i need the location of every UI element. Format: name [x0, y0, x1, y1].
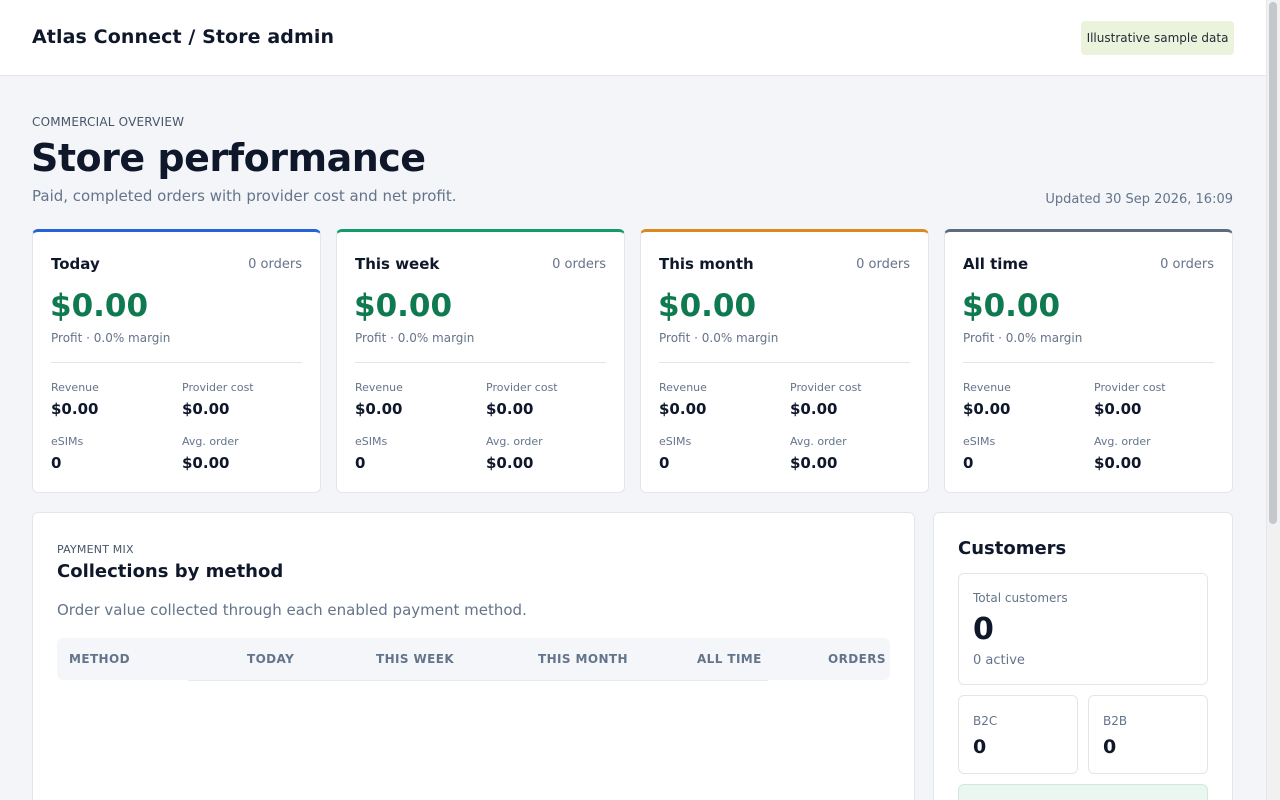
kpi-profit: $0.00 [354, 288, 453, 324]
total-customers-label: Total customers [973, 591, 1068, 605]
b2b-card: B2B 0 [1088, 695, 1208, 774]
updated-timestamp: Updated 30 Sep 2026, 16:09 [1045, 192, 1233, 207]
provider-cost-value: $0.00 [486, 400, 534, 418]
provider-cost-value: $0.00 [182, 400, 230, 418]
kpi-title: This week [355, 255, 440, 273]
customers-panel: Customers Total customers 0 0 active B2C… [933, 512, 1233, 800]
revenue-value: $0.00 [51, 400, 99, 418]
total-customers-value: 0 [973, 612, 994, 647]
esims-label: eSIMs [659, 435, 692, 448]
kpi-card-today: Today 0 orders $0.00 Profit · 0.0% margi… [32, 229, 321, 493]
payment-mix-eyebrow: PAYMENT MIX [57, 543, 134, 556]
b2c-card: B2C 0 [958, 695, 1078, 774]
column-header-today: TODAY [247, 652, 295, 666]
kpi-card-this-month: This month 0 orders $0.00 Profit · 0.0% … [640, 229, 929, 493]
kpi-orders: 0 orders [248, 257, 302, 272]
revenue-value: $0.00 [963, 400, 1011, 418]
payment-mix-panel: PAYMENT MIX Collections by method Order … [32, 512, 915, 800]
column-header-this-month: THIS MONTH [538, 652, 628, 666]
esims-value: 0 [51, 454, 62, 472]
kpi-margin: Profit · 0.0% margin [963, 331, 1083, 345]
avg-order-value: $0.00 [790, 454, 838, 472]
avg-order-label: Avg. order [1094, 435, 1151, 448]
revenue-label: Revenue [963, 381, 1011, 394]
provider-cost-label: Provider cost [182, 381, 254, 394]
kpi-title: This month [659, 255, 754, 273]
esims-label: eSIMs [51, 435, 84, 448]
provider-cost-label: Provider cost [1094, 381, 1166, 394]
avg-order-value: $0.00 [1094, 454, 1142, 472]
avg-order-value: $0.00 [486, 454, 534, 472]
provider-cost-label: Provider cost [486, 381, 558, 394]
esims-value: 0 [355, 454, 366, 472]
esims-value: 0 [659, 454, 670, 472]
top-bar: Atlas Connect / Store admin Illustrative… [0, 0, 1266, 76]
active-customers: 0 active [973, 653, 1025, 668]
kpi-divider [355, 362, 606, 363]
scrollbar-thumb[interactable] [1269, 2, 1277, 524]
kpi-divider [659, 362, 910, 363]
b2b-label: B2B [1103, 714, 1128, 728]
esims-label: eSIMs [355, 435, 388, 448]
page-subtitle: Paid, completed orders with provider cos… [32, 187, 457, 205]
kpi-divider [963, 362, 1214, 363]
kpi-profit: $0.00 [658, 288, 757, 324]
kpi-margin: Profit · 0.0% margin [659, 331, 779, 345]
payment-mix-title: Collections by method [57, 561, 284, 582]
revenue-value: $0.00 [659, 400, 707, 418]
revenue-label: Revenue [51, 381, 99, 394]
avg-order-label: Avg. order [790, 435, 847, 448]
total-customers-card: Total customers 0 0 active [958, 573, 1208, 685]
sample-data-badge: Illustrative sample data [1081, 21, 1234, 55]
app-title: Atlas Connect / Store admin [32, 26, 335, 48]
column-header-this-week: THIS WEEK [376, 652, 455, 666]
revenue-label: Revenue [659, 381, 707, 394]
avg-order-label: Avg. order [486, 435, 543, 448]
column-header-orders: ORDERS [828, 652, 886, 666]
revenue-value: $0.00 [355, 400, 403, 418]
kpi-title: Today [51, 255, 100, 273]
page-eyebrow: COMMERCIAL OVERVIEW [32, 115, 185, 129]
b2b-value: 0 [1103, 736, 1117, 758]
table-divider [188, 680, 768, 681]
esims-label: eSIMs [963, 435, 996, 448]
kpi-margin: Profit · 0.0% margin [51, 331, 171, 345]
b2c-value: 0 [973, 736, 987, 758]
kpi-margin: Profit · 0.0% margin [355, 331, 475, 345]
b2c-label: B2C [973, 714, 998, 728]
column-header-method: METHOD [69, 652, 130, 666]
kpi-card-this-week: This week 0 orders $0.00 Profit · 0.0% m… [336, 229, 625, 493]
kpi-orders: 0 orders [1160, 257, 1214, 272]
kpi-title: All time [963, 255, 1029, 273]
customers-title: Customers [958, 538, 1067, 559]
provider-cost-label: Provider cost [790, 381, 862, 394]
column-header-all-time: ALL TIME [697, 652, 762, 666]
revenue-label: Revenue [355, 381, 403, 394]
payment-mix-description: Order value collected through each enabl… [57, 601, 527, 619]
provider-cost-value: $0.00 [1094, 400, 1142, 418]
kpi-card-all-time: All time 0 orders $0.00 Profit · 0.0% ma… [944, 229, 1233, 493]
kpi-orders: 0 orders [552, 257, 606, 272]
esims-value: 0 [963, 454, 974, 472]
customers-highlight-card [958, 784, 1208, 800]
avg-order-value: $0.00 [182, 454, 230, 472]
provider-cost-value: $0.00 [790, 400, 838, 418]
kpi-profit: $0.00 [962, 288, 1061, 324]
kpi-orders: 0 orders [856, 257, 910, 272]
kpi-profit: $0.00 [50, 288, 149, 324]
page-title: Store performance [31, 136, 426, 180]
avg-order-label: Avg. order [182, 435, 239, 448]
payment-table-header: METHOD TODAY THIS WEEK THIS MONTH ALL TI… [57, 638, 890, 680]
kpi-divider [51, 362, 302, 363]
